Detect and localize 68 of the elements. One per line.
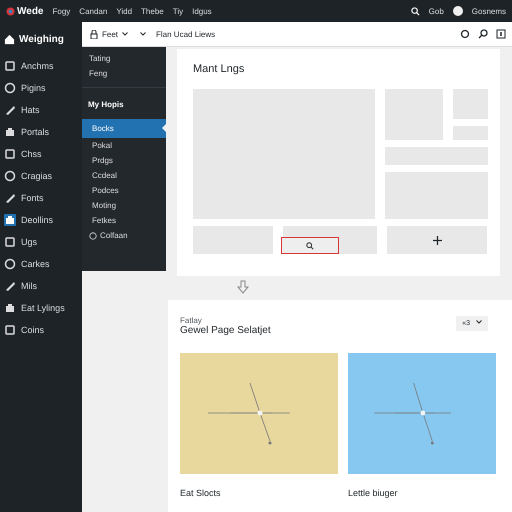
menu-item[interactable]: Tiy: [172, 6, 184, 16]
sidebar-item[interactable]: Cragias: [0, 165, 82, 187]
toolbar-title: Flan Ucad Liews: [156, 30, 216, 38]
caret-icon: [476, 320, 482, 324]
menu-item[interactable]: Idgus: [192, 6, 212, 16]
sidebar-item[interactable]: Chss: [0, 143, 82, 165]
more-dropdown[interactable]: [138, 30, 148, 38]
sidebar-item[interactable]: Eat Lylings: [0, 297, 82, 319]
menu-icon: [4, 236, 16, 248]
menu-icon: [4, 280, 16, 292]
menu-icon: [4, 148, 16, 160]
submenu-item[interactable]: Podces: [82, 183, 166, 198]
home-icon: [4, 34, 15, 45]
menu-icon: [4, 324, 16, 336]
sidebar-item[interactable]: Anchms: [0, 55, 82, 77]
menu-icon: [4, 104, 16, 116]
sidebar-item[interactable]: Hats: [0, 99, 82, 121]
menu-item[interactable]: Candan: [79, 6, 108, 16]
image-caption: Eat Slocts: [180, 488, 222, 498]
submenu-item[interactable]: Prdgs: [82, 153, 166, 168]
caret-icon: [140, 32, 146, 36]
submenu-item[interactable]: Pokal: [82, 138, 166, 153]
plus-icon: [432, 236, 442, 244]
menu-item[interactable]: Fogy: [52, 6, 70, 16]
search-icon: [306, 242, 314, 250]
user-name[interactable]: Gosnems: [472, 6, 506, 16]
caret-icon: [122, 32, 128, 36]
clock-icon: [89, 232, 97, 240]
search-link[interactable]: Gob: [428, 6, 444, 16]
menu-icon: [4, 192, 16, 204]
card-title: Gewel Page Selatjet: [180, 325, 271, 336]
menu-icon: [4, 126, 16, 138]
sidebar-item[interactable]: Pigins: [0, 77, 82, 99]
card-title: Mant Lngs: [193, 63, 246, 75]
arrow-down-icon: [237, 280, 249, 294]
menu-icon: [4, 82, 16, 94]
menu-item[interactable]: Thebe: [141, 6, 164, 16]
menu-icon: [4, 170, 16, 182]
sidebar-item[interactable]: Carkes: [0, 253, 82, 275]
lock-icon: [90, 30, 98, 38]
image-caption: Lettle biuger: [348, 488, 399, 498]
sidebar-item[interactable]: Fonts: [0, 187, 82, 209]
sidebar-item[interactable]: Ugs: [0, 231, 82, 253]
card-eyebrow: Fatlay: [180, 316, 203, 325]
avatar-icon[interactable]: [452, 6, 463, 16]
menu-icon: [4, 214, 16, 226]
sidebar-item[interactable]: Mils: [0, 275, 82, 297]
sidebar-item[interactable]: Deollins: [0, 209, 82, 231]
submenu-item[interactable]: Moting: [82, 198, 166, 213]
submenu-item[interactable]: Fetkes: [82, 213, 166, 228]
sidebar-item[interactable]: Coins: [0, 319, 82, 341]
post-dropdown[interactable]: Feet: [88, 28, 130, 40]
search-icon[interactable]: [410, 6, 420, 16]
sidebar-item[interactable]: Portals: [0, 121, 82, 143]
search-block[interactable]: [281, 237, 339, 254]
settings-icon[interactable]: [496, 29, 506, 39]
submenu-item[interactable]: Tating: [82, 51, 166, 66]
submenu-item[interactable]: Feng: [82, 66, 166, 81]
logo-icon: [6, 6, 15, 16]
menu-icon: [4, 258, 16, 270]
menu-icon: [4, 302, 16, 314]
submenu-item[interactable]: Bocks: [82, 119, 166, 138]
site-logo[interactable]: Wede: [17, 6, 44, 16]
submenu-item[interactable]: Ccdeal: [82, 168, 166, 183]
submenu-item[interactable]: Colfaan: [100, 231, 128, 240]
menu-icon: [4, 60, 16, 72]
sidebar-header[interactable]: Weighing: [19, 34, 64, 45]
menu-item[interactable]: Yidd: [116, 6, 132, 16]
